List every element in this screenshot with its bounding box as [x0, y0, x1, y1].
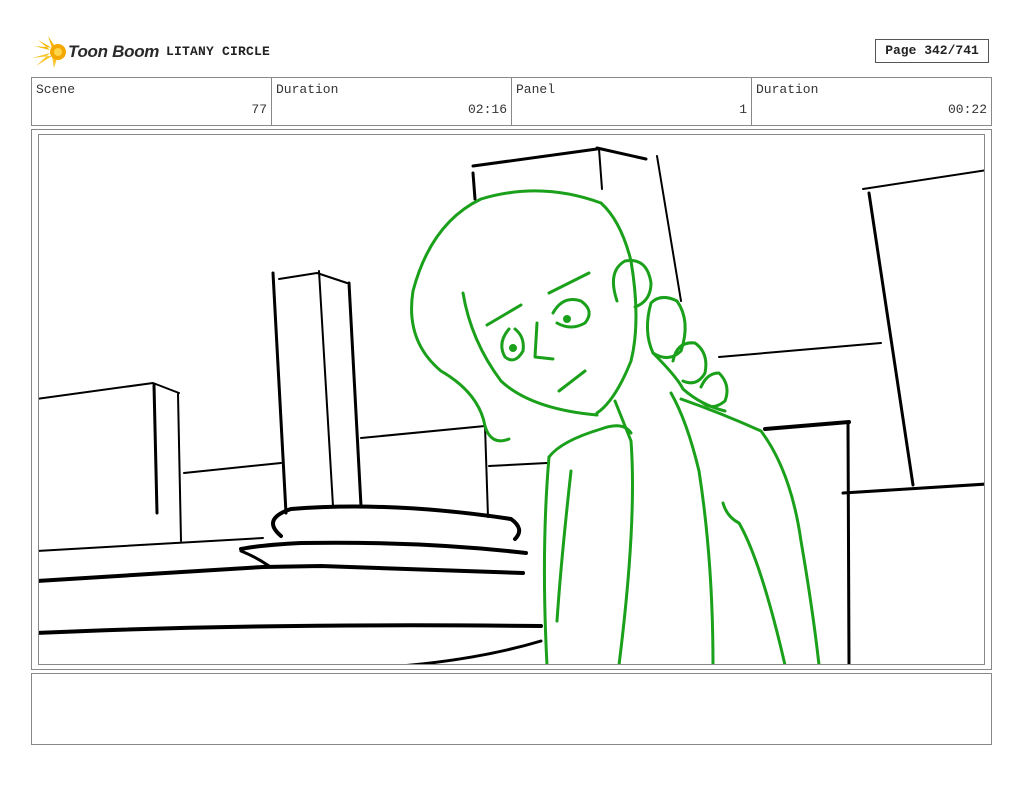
scene-label: Scene — [36, 82, 76, 97]
panel-duration-label: Duration — [756, 82, 819, 97]
notes-box — [31, 673, 992, 745]
info-row: Scene 77 Duration 02:16 Panel 1 Duration… — [31, 77, 992, 126]
scene-duration-value: 02:16 — [467, 102, 507, 117]
panel-value: 1 — [739, 102, 747, 117]
panel-cell: Panel 1 — [512, 78, 752, 125]
logo-text: Toon Boom — [68, 42, 160, 61]
page-indicator: Page 342/741 — [875, 39, 989, 63]
scene-duration-cell: Duration 02:16 — [272, 78, 512, 125]
storyboard-drawing — [38, 134, 985, 665]
toon-boom-logo: Toon Boom — [32, 36, 160, 68]
toon-boom-starburst-icon — [32, 36, 66, 68]
panel-duration-value: 00:22 — [947, 102, 987, 117]
background-buildings — [39, 146, 984, 664]
storyboard-sketch — [39, 146, 984, 664]
scene-cell: Scene 77 — [32, 78, 272, 125]
project-title: LITANY CIRCLE — [166, 44, 271, 59]
panel-label: Panel — [516, 82, 556, 97]
panel-duration-cell: Duration 00:22 — [752, 78, 991, 125]
scene-duration-label: Duration — [276, 82, 339, 97]
scene-value: 77 — [251, 102, 267, 117]
